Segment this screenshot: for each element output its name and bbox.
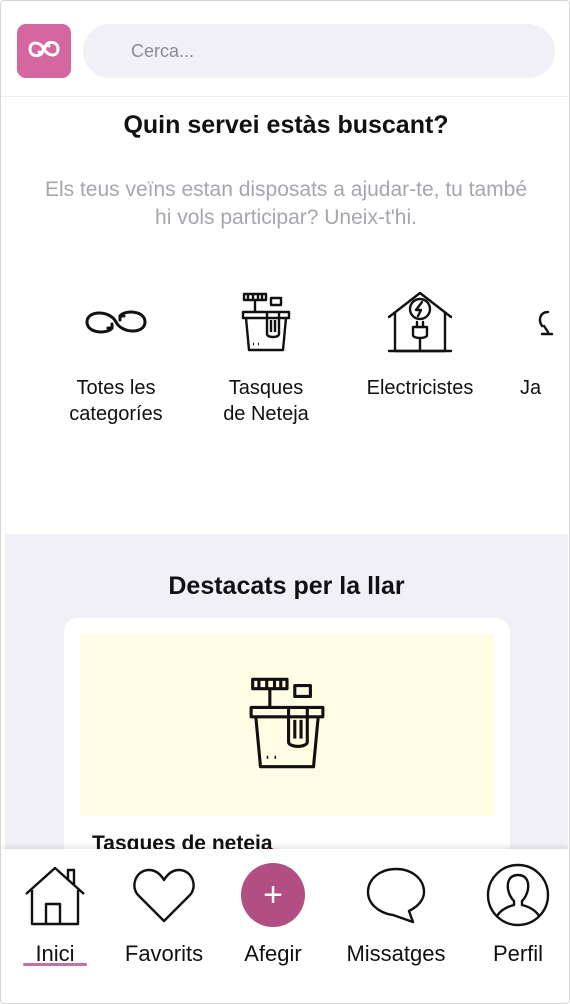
nav-messages[interactable]: Missatges — [341, 863, 451, 967]
nav-label: Missatges — [346, 941, 446, 966]
active-tab-indicator — [23, 963, 87, 966]
category-electricians[interactable]: Electricistes — [355, 285, 485, 401]
search-input[interactable] — [83, 24, 555, 78]
category-label: Ja — [520, 377, 542, 399]
infinity-arrows-icon — [51, 285, 181, 359]
app-logo[interactable] — [17, 24, 71, 78]
category-carousel[interactable]: Totes les categoríes Tasques de Neteja E… — [1, 285, 569, 445]
category-label: Electricistes — [366, 377, 474, 399]
nav-label: Favorits — [124, 941, 204, 966]
featured-section: Destacats per la llar Tasques de neteja — [5, 534, 568, 878]
garden-icon — [506, 285, 566, 359]
nav-home[interactable]: Inici — [23, 863, 87, 967]
featured-title: Destacats per la llar — [168, 572, 405, 600]
cleaning-bucket-icon — [248, 673, 326, 778]
heart-icon — [132, 863, 196, 927]
nav-label: Perfil — [492, 941, 544, 966]
category-label: Totes les categoríes — [69, 377, 163, 425]
plus-icon: + — [263, 876, 283, 914]
nav-add[interactable]: + Afegir — [241, 863, 305, 967]
add-button[interactable]: + — [241, 863, 305, 927]
category-garden[interactable]: Ja — [506, 285, 566, 401]
swap-arrows-icon — [26, 35, 62, 68]
bottom-navigation: Inici Favorits + Afegir Missatges Perfil — [1, 849, 569, 1003]
nav-profile[interactable]: Perfil — [485, 863, 551, 967]
featured-card[interactable]: Tasques de neteja — [64, 618, 510, 878]
services-subtitle: Els teus veïns estan disposats a ajudar-… — [44, 178, 528, 229]
electric-house-icon — [355, 285, 485, 359]
nav-label: Afegir — [244, 941, 302, 966]
user-icon — [486, 863, 550, 927]
chat-bubble-icon — [365, 863, 427, 927]
top-bar — [1, 1, 569, 97]
home-icon — [24, 863, 86, 927]
services-title: Quin servei estàs buscant? — [123, 111, 449, 139]
card-image — [80, 634, 494, 816]
cleaning-bucket-icon — [201, 285, 331, 359]
category-all[interactable]: Totes les categoríes — [51, 285, 181, 427]
nav-favorites[interactable]: Favorits — [119, 863, 209, 967]
category-cleaning[interactable]: Tasques de Neteja — [201, 285, 331, 427]
app-screen: Quin servei estàs buscant? Els teus veïn… — [0, 0, 570, 1004]
category-label: Tasques de Neteja — [223, 377, 309, 425]
